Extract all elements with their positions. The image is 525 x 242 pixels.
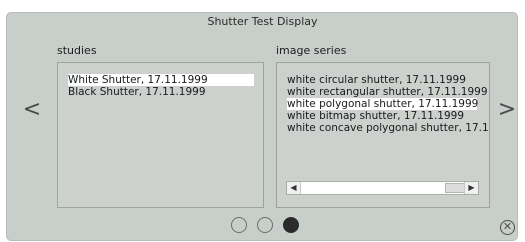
studies-list[interactable]: White Shutter, 17.11.1999 Black Shutter,… <box>57 62 264 208</box>
image-series-list[interactable]: white circular shutter, 17.11.1999 white… <box>276 62 490 208</box>
scrollbar-thumb[interactable] <box>445 183 465 193</box>
study-item[interactable]: White Shutter, 17.11.1999 <box>68 74 254 86</box>
image-series-label: image series <box>276 44 347 57</box>
scroll-left-icon[interactable]: ◀ <box>287 182 301 194</box>
series-item[interactable]: white concave polygonal shutter, 17.11.1… <box>287 122 489 134</box>
close-icon[interactable]: ✕ <box>500 220 515 235</box>
series-item[interactable]: white bitmap shutter, 17.11.1999 <box>287 110 464 122</box>
series-item[interactable]: white circular shutter, 17.11.1999 <box>287 74 466 86</box>
next-page-button[interactable]: > <box>497 96 517 124</box>
scroll-right-icon[interactable]: ▶ <box>464 182 478 194</box>
study-item[interactable]: Black Shutter, 17.11.1999 <box>68 86 206 98</box>
studies-label: studies <box>57 44 97 57</box>
page-dot-1[interactable] <box>231 217 247 233</box>
window-title: Shutter Test Display <box>207 15 318 28</box>
previous-page-button[interactable]: < <box>22 96 42 124</box>
series-item[interactable]: white polygonal shutter, 17.11.1999 <box>287 98 478 110</box>
page-dot-2[interactable] <box>257 217 273 233</box>
horizontal-scrollbar[interactable]: ◀ ▶ <box>286 181 479 195</box>
page-dot-3[interactable] <box>283 217 299 233</box>
series-item[interactable]: white rectangular shutter, 17.11.1999 <box>287 86 488 98</box>
